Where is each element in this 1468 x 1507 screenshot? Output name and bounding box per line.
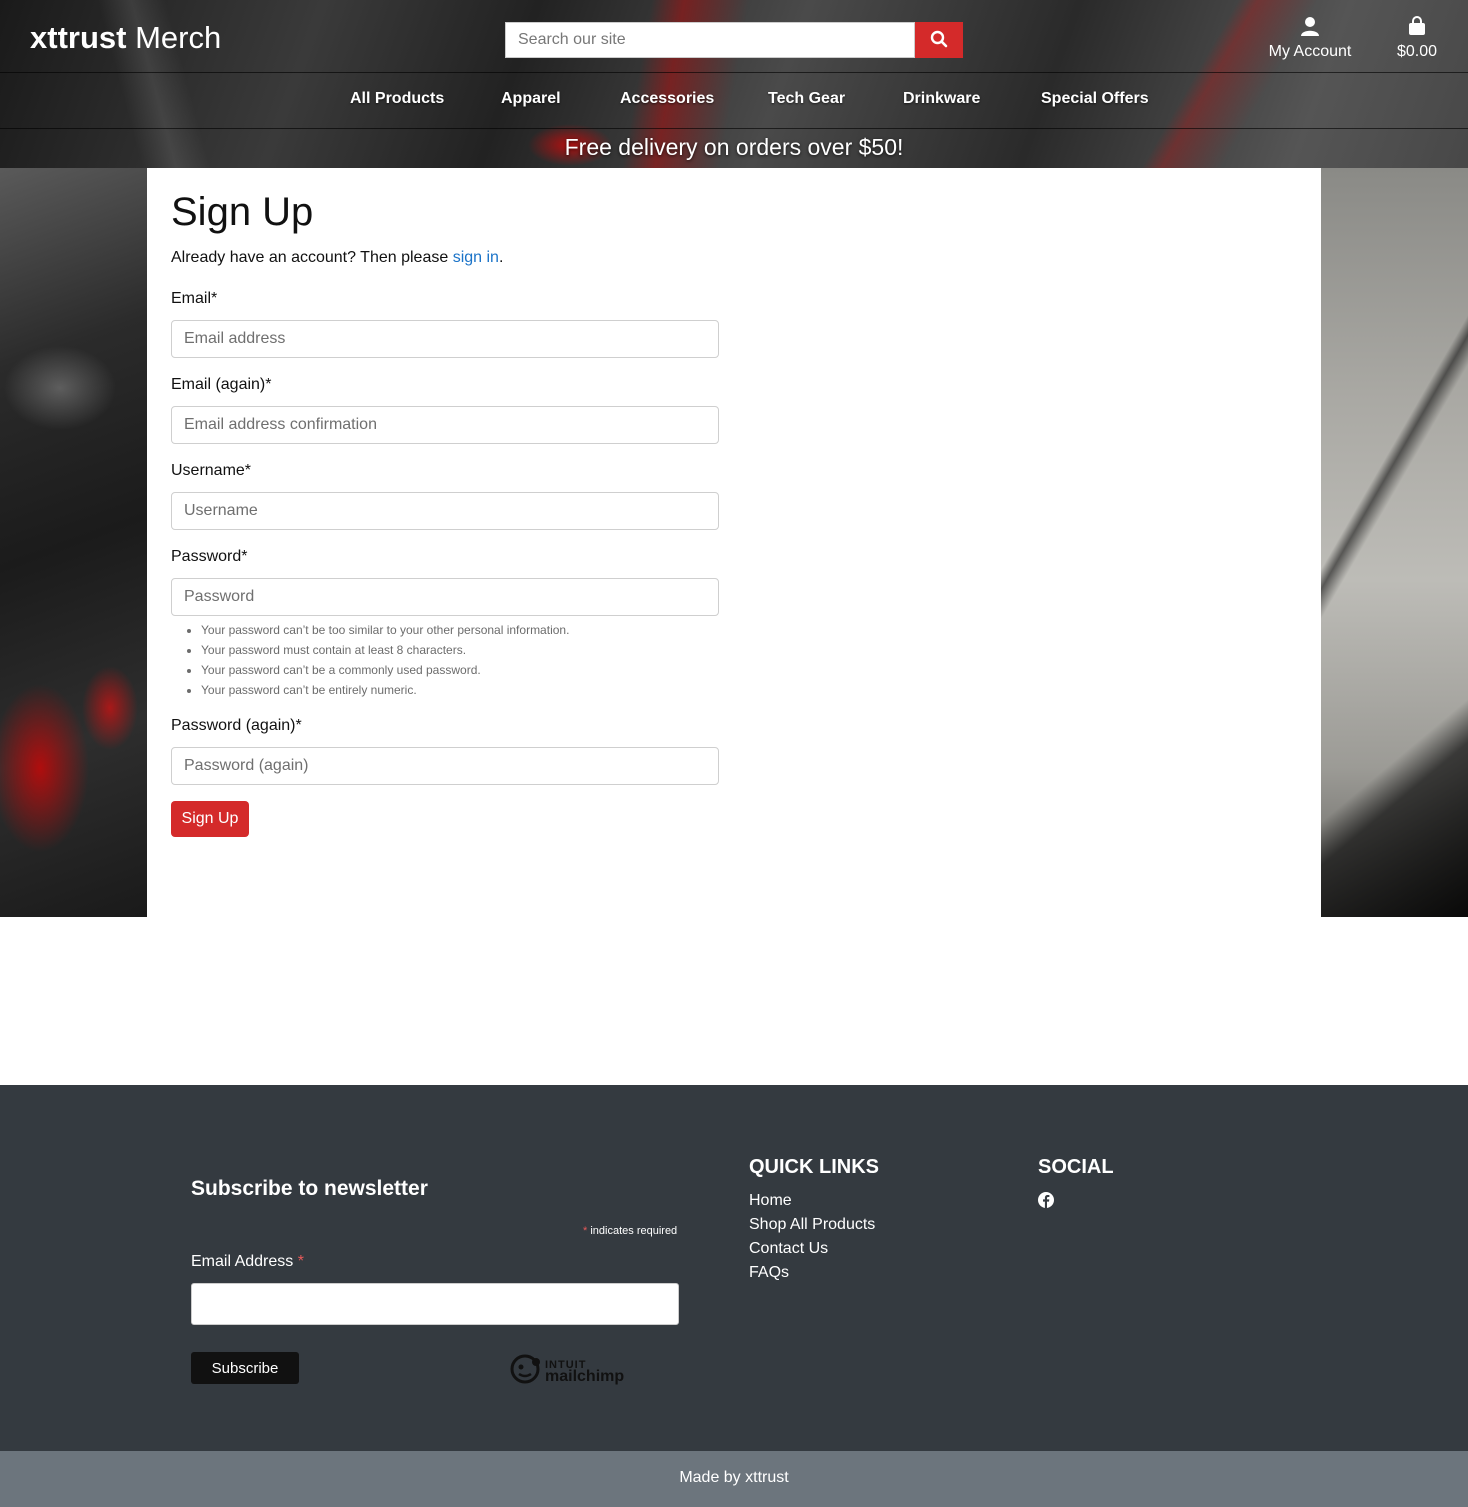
email-label: Email* xyxy=(171,290,218,307)
my-account-label: My Account xyxy=(1268,43,1352,60)
newsletter-email-label: Email Address * xyxy=(191,1253,304,1271)
brand-rest: Merch xyxy=(135,20,222,55)
quick-link-contact[interactable]: Contact Us xyxy=(749,1237,875,1261)
password-confirm-field[interactable] xyxy=(171,747,719,785)
nav-special-offers[interactable]: Special Offers xyxy=(1041,90,1149,108)
top-bar: xttrust Merch My Account $0.00 xyxy=(0,0,1468,73)
mailchimp-monkey-icon xyxy=(509,1353,541,1389)
password-field[interactable] xyxy=(171,578,719,616)
password-help-item: Your password must contain at least 8 ch… xyxy=(201,640,569,660)
brand-bold: xttrust xyxy=(30,20,127,55)
site-logo[interactable]: xttrust Merch xyxy=(30,18,221,58)
signin-prompt-text: Already have an account? Then please xyxy=(171,249,453,266)
username-field[interactable] xyxy=(171,492,719,530)
mailchimp-logo[interactable]: INTUIT mailchimp xyxy=(509,1353,624,1389)
cart-total: $0.00 xyxy=(1396,43,1438,60)
page-background-right xyxy=(1321,168,1468,917)
quick-links-title: QUICK LINKS xyxy=(749,1156,879,1178)
signin-link[interactable]: sign in xyxy=(453,249,499,266)
password-help-list: Your password can’t be too similar to yo… xyxy=(191,620,569,700)
email-again-label: Email (again)* xyxy=(171,376,272,393)
main-nav: All Products Apparel Accessories Tech Ge… xyxy=(0,74,1468,129)
password-label: Password* xyxy=(171,548,248,565)
search-button[interactable] xyxy=(915,22,963,58)
signin-prompt: Already have an account? Then please sig… xyxy=(171,249,503,267)
search-input[interactable] xyxy=(505,22,915,58)
my-account-link[interactable]: My Account xyxy=(1262,16,1358,61)
signup-card: Sign Up Already have an account? Then pl… xyxy=(147,168,1321,917)
required-asterisk: * xyxy=(297,1253,304,1270)
newsletter-email-label-text: Email Address xyxy=(191,1253,294,1270)
signin-prompt-suffix: . xyxy=(498,249,504,266)
user-icon xyxy=(1300,17,1320,40)
nav-all-products[interactable]: All Products xyxy=(350,90,444,108)
mailchimp-name: mailchimp xyxy=(545,1368,625,1385)
cart-link[interactable]: $0.00 xyxy=(1388,16,1446,61)
sign-up-button[interactable]: Sign Up xyxy=(171,801,249,837)
password-help-item: Your password can’t be a commonly used p… xyxy=(201,660,569,680)
password-help-item: Your password can’t be too similar to yo… xyxy=(201,620,569,640)
page-background-left xyxy=(0,168,147,917)
subscribe-button[interactable]: Subscribe xyxy=(191,1352,299,1384)
username-label: Username* xyxy=(171,462,252,479)
promo-banner: Free delivery on orders over $50! xyxy=(564,134,904,160)
email-confirm-field[interactable] xyxy=(171,406,719,444)
nav-apparel[interactable]: Apparel xyxy=(501,90,561,108)
email-field[interactable] xyxy=(171,320,719,358)
footer: Subscribe to newsletter * indicates requ… xyxy=(0,1085,1468,1451)
social-title: SOCIAL xyxy=(1038,1156,1114,1178)
nav-accessories[interactable]: Accessories xyxy=(620,90,714,108)
quick-link-home[interactable]: Home xyxy=(749,1189,875,1213)
footer-credit: Made by xttrust xyxy=(0,1451,1468,1507)
nav-tech-gear[interactable]: Tech Gear xyxy=(768,90,845,108)
password-again-label: Password (again)* xyxy=(171,717,302,734)
search-form xyxy=(505,22,963,58)
required-note-text: indicates required xyxy=(590,1225,678,1237)
shopping-bag-icon xyxy=(1407,16,1427,40)
mailchimp-wordmark: INTUIT mailchimp xyxy=(545,1359,625,1385)
facebook-icon[interactable] xyxy=(1038,1192,1054,1212)
password-help-item: Your password can’t be entirely numeric. xyxy=(201,680,569,700)
quick-link-shop-all[interactable]: Shop All Products xyxy=(749,1213,875,1237)
newsletter-title: Subscribe to newsletter xyxy=(191,1177,428,1200)
required-asterisk: * xyxy=(583,1225,588,1237)
nav-drinkware[interactable]: Drinkware xyxy=(903,90,980,108)
newsletter-email-input[interactable] xyxy=(191,1283,679,1325)
search-icon xyxy=(930,30,948,51)
page-title: Sign Up xyxy=(171,190,314,234)
quick-links-list: Home Shop All Products Contact Us FAQs xyxy=(749,1189,875,1285)
required-note: * indicates required xyxy=(583,1225,677,1237)
quick-link-faqs[interactable]: FAQs xyxy=(749,1261,875,1285)
